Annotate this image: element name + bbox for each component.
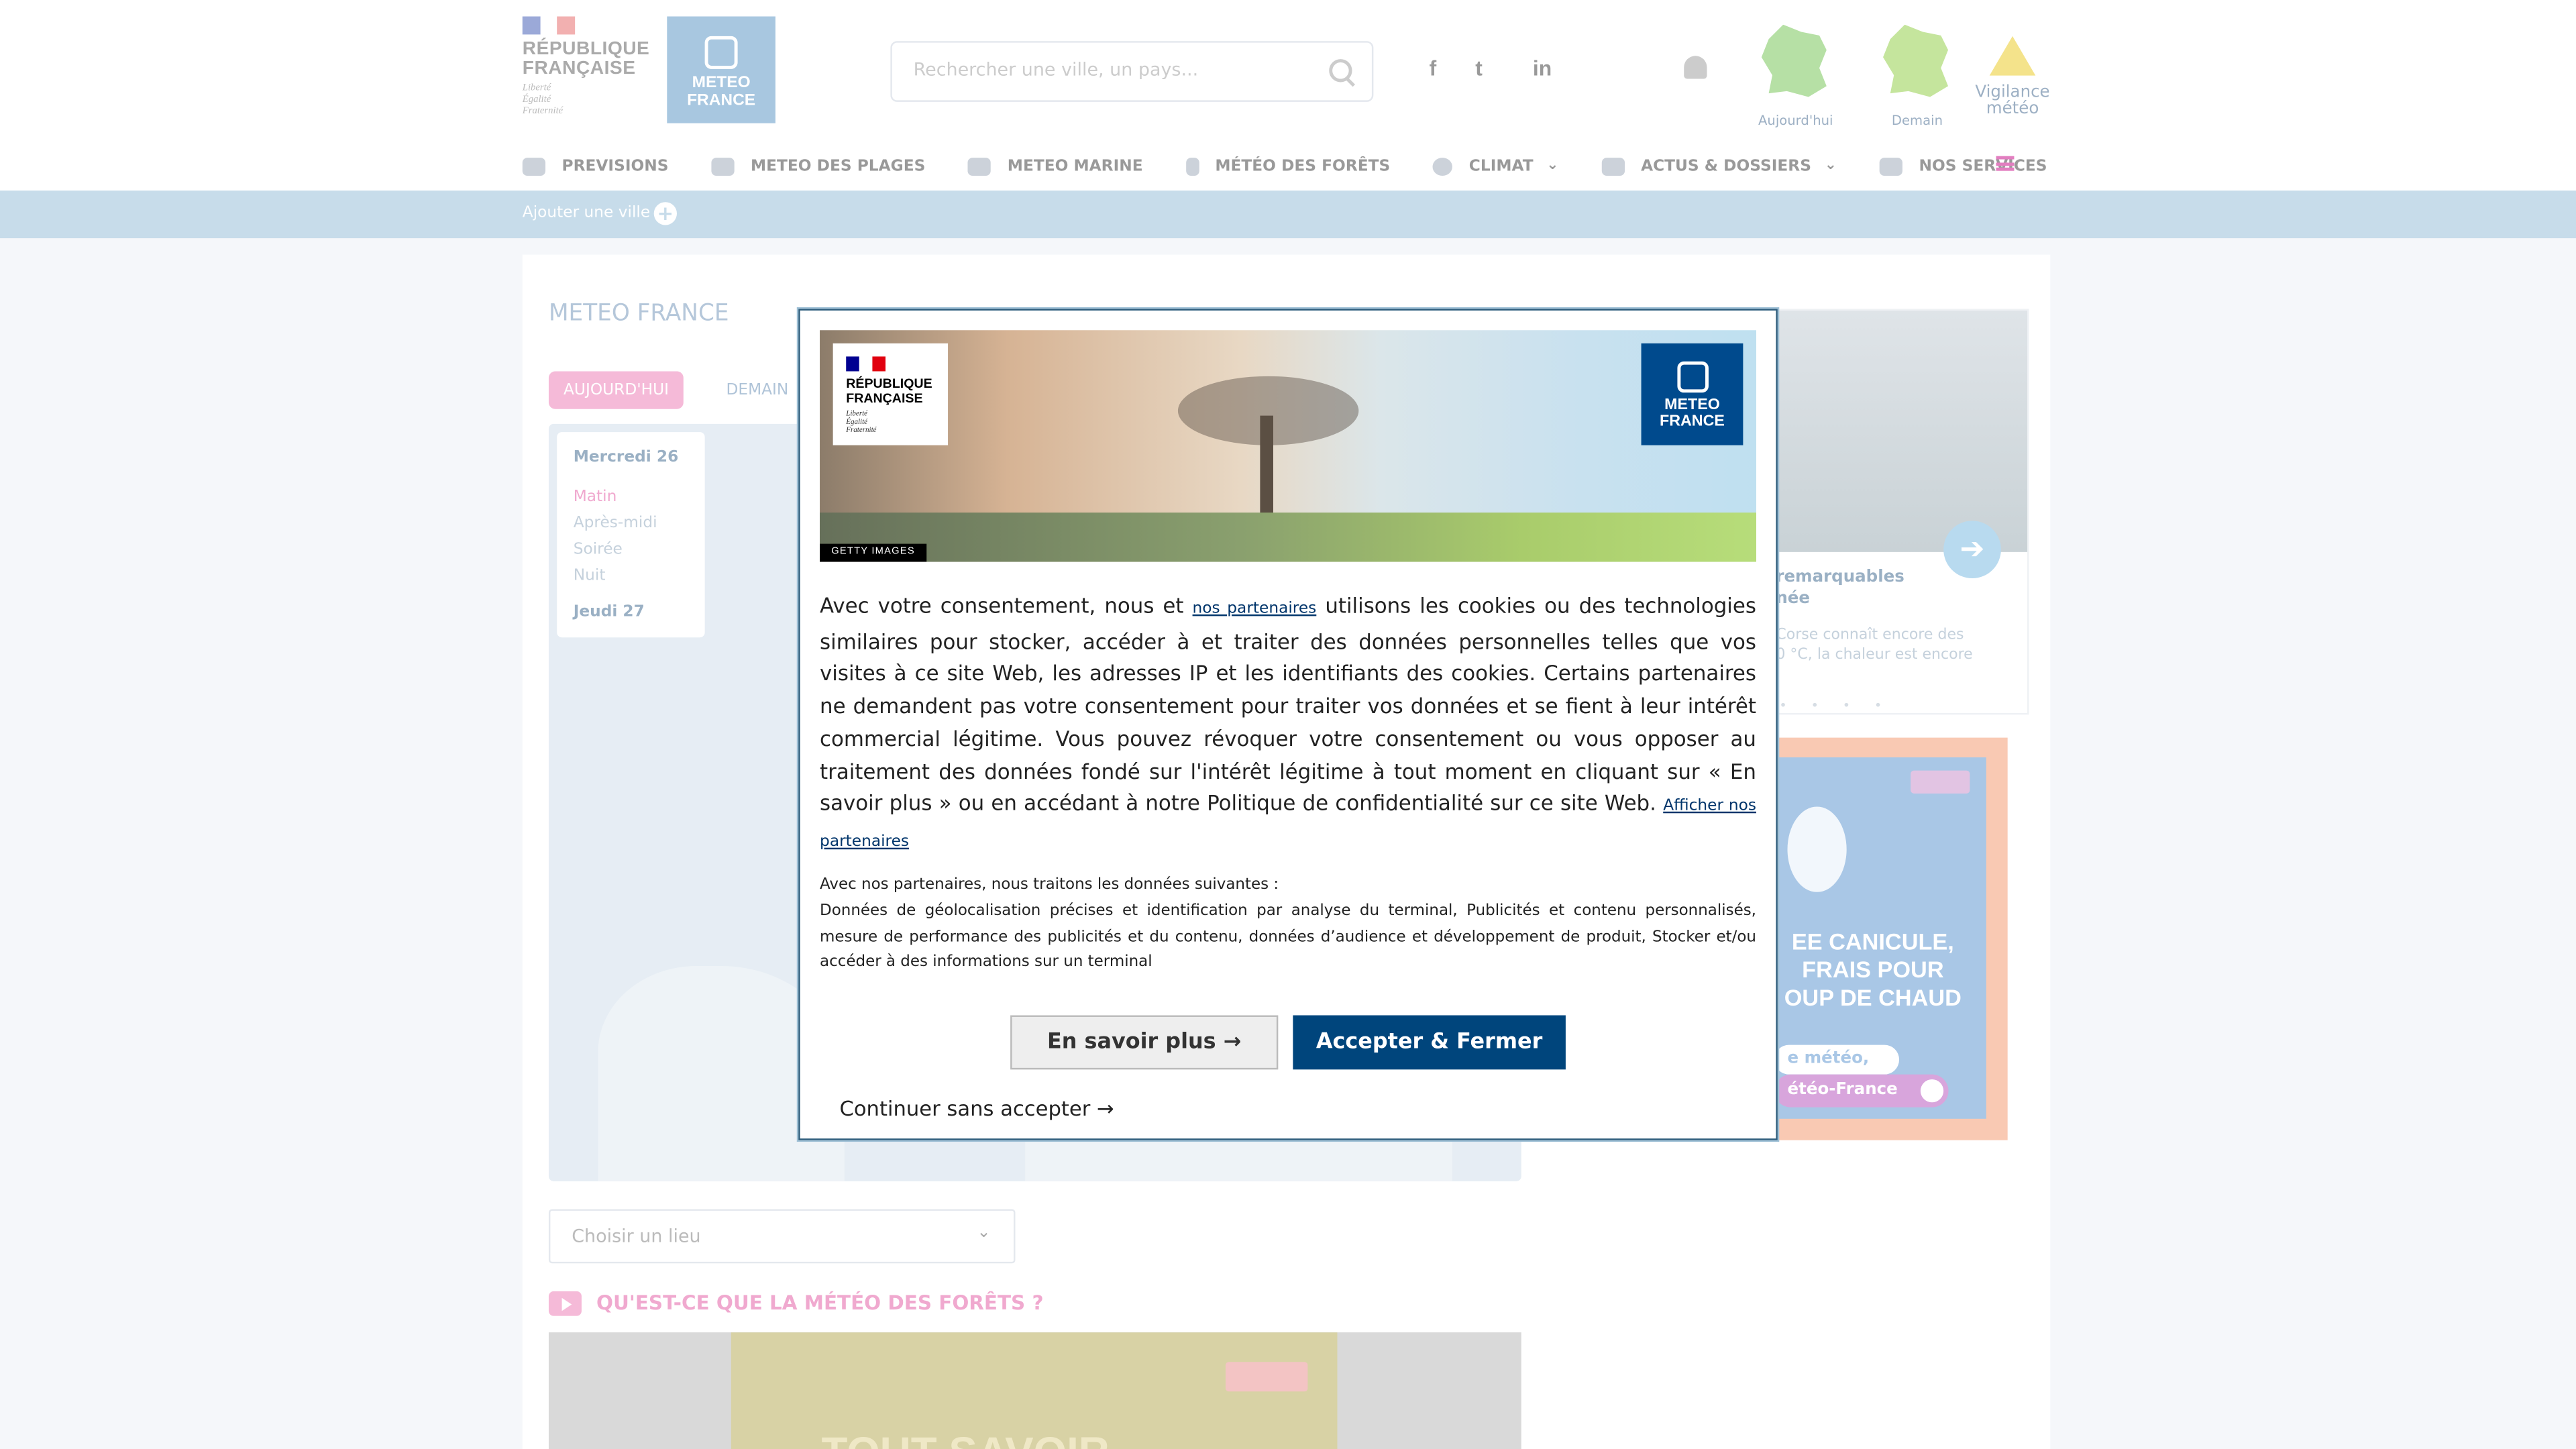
accept-close-button[interactable]: Accepter & Fermer [1293, 1015, 1566, 1070]
consent-banner-image: RÉPUBLIQUE FRANÇAISE Liberté Égalité Frater… [820, 330, 1756, 562]
consent-data-list: Avec nos partenaires, nous traitons les … [820, 872, 1756, 976]
partners-link[interactable]: nos partenaires [1193, 600, 1317, 618]
consent-text-part2: utilisons les cookies ou des technologie… [820, 593, 1756, 816]
consent-dialog: RÉPUBLIQUE FRANÇAISE Liberté Égalité Frater… [798, 309, 1778, 1140]
banner-rf-line1: RÉPUBLIQUE [846, 376, 932, 391]
data-purposes: Données de géolocalisation précises et i… [820, 902, 1756, 972]
page: RÉPUBLIQUE FRANÇAISE Liberté Égalité Frater… [0, 0, 2576, 1449]
data-intro: Avec nos partenaires, nous traitons les … [820, 875, 1279, 894]
banner-mf-line2: FRANCE [1659, 412, 1725, 431]
meteo-france-symbol-icon [1676, 361, 1708, 393]
consent-text-part1: Avec votre consentement, nous et [820, 593, 1184, 618]
banner-rf-motto3: Fraternité [846, 425, 877, 434]
republique-francaise-logo: RÉPUBLIQUE FRANÇAISE Liberté Égalité Frater… [833, 343, 949, 445]
banner-rf-motto1: Liberté [846, 409, 868, 418]
consent-text: Avec votre consentement, nous et nos par… [820, 590, 1756, 859]
image-credit: GETTY IMAGES [820, 543, 927, 562]
continue-without-accepting-button[interactable]: Continuer sans accepter → [839, 1095, 1114, 1120]
learn-more-button[interactable]: En savoir plus → [1010, 1015, 1279, 1070]
banner-rf-motto2: Égalité [846, 417, 868, 426]
meteo-france-logo: METEO FRANCE [1641, 343, 1743, 445]
grass-ground-shape [820, 513, 1756, 562]
banner-rf-line2: FRANÇAISE [846, 390, 923, 406]
french-flag-icon [846, 356, 886, 372]
banner-mf-line1: METEO [1664, 396, 1720, 415]
